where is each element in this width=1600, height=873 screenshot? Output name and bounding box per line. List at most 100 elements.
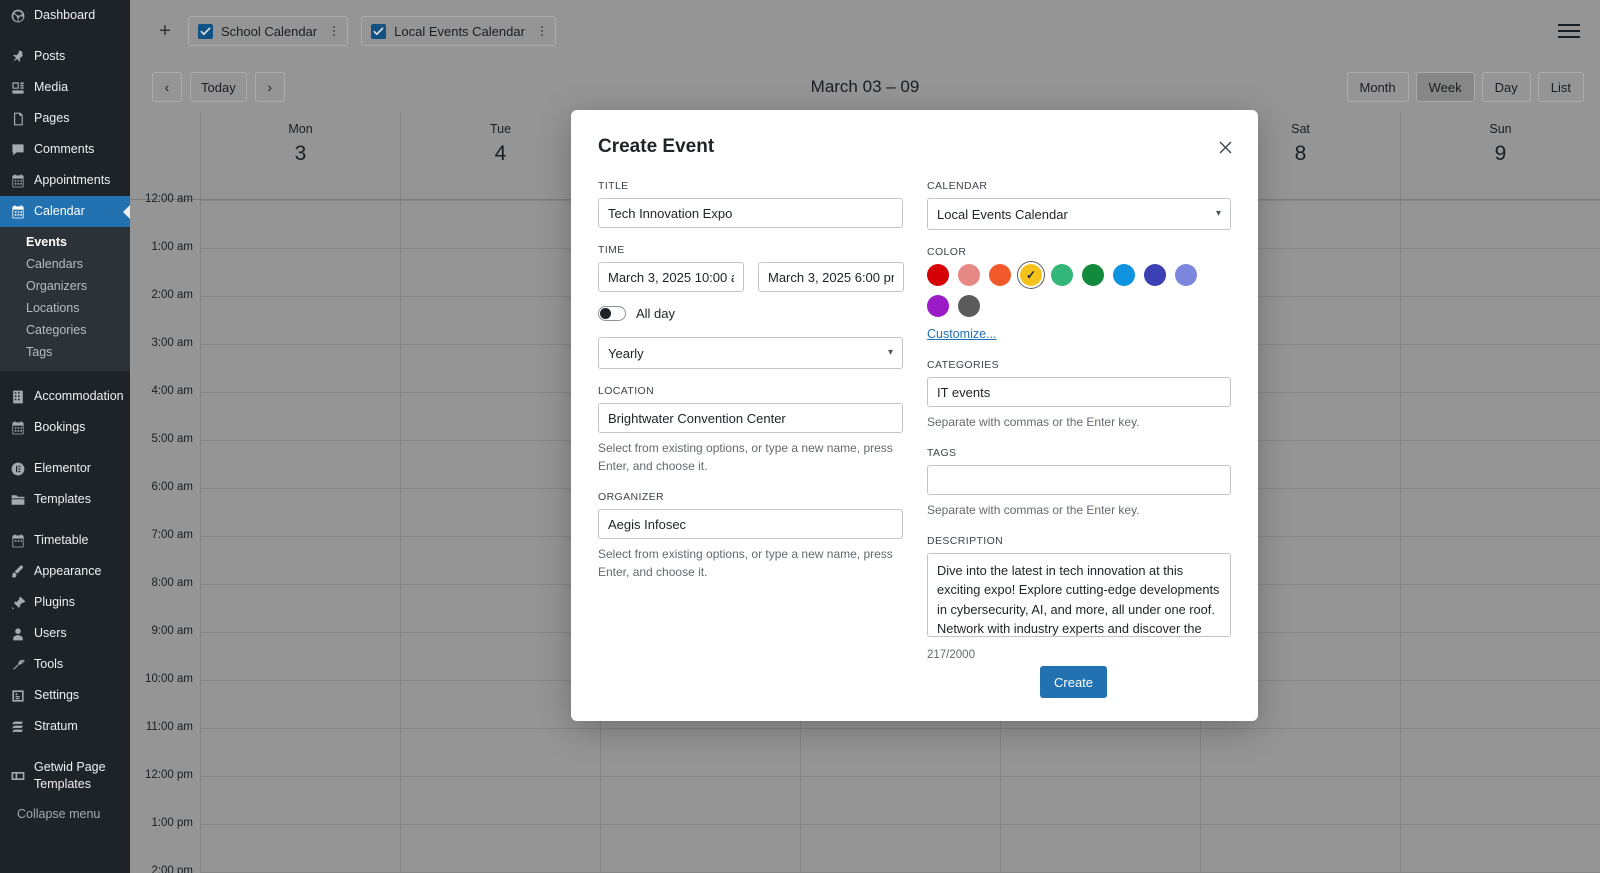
all-day-row: All day xyxy=(598,306,903,321)
sidebar-item-label: Plugins xyxy=(34,595,75,610)
organizer-input[interactable] xyxy=(598,509,903,539)
sidebar-item-settings[interactable]: Settings xyxy=(0,680,130,711)
sidebar-item-label: Bookings xyxy=(34,420,86,435)
stratum-icon xyxy=(9,718,26,735)
location-field-label: LOCATION xyxy=(598,385,655,397)
create-button[interactable]: Create xyxy=(1040,666,1108,698)
create-event-modal: Create Event TITLE TIME xyxy=(571,110,1258,721)
description-textarea[interactable]: Dive into the latest in tech innovation … xyxy=(927,553,1231,637)
sidebar-item-dashboard[interactable]: Dashboard xyxy=(0,0,130,31)
wrench-icon xyxy=(9,656,26,673)
sidebar-subitem-organizers[interactable]: Organizers xyxy=(0,275,130,297)
sidebar-item-label: Posts xyxy=(34,49,66,64)
sidebar-item-posts[interactable]: Posts xyxy=(0,41,130,72)
color-swatch-salmon[interactable] xyxy=(958,264,980,286)
calendar-submenu: Events Calendars Organizers Locations Ca… xyxy=(0,227,130,371)
sidebar-subitem-locations[interactable]: Locations xyxy=(0,297,130,319)
calendar-icon xyxy=(9,172,26,189)
sidebar-item-timetable[interactable]: Timetable xyxy=(0,525,130,556)
categories-field-label: CATEGORIES xyxy=(927,359,1000,371)
brush-icon xyxy=(9,563,26,580)
tags-helper-text: Separate with commas or the Enter key. xyxy=(927,503,1140,517)
sidebar-item-label: Dashboard xyxy=(34,8,96,23)
color-swatch-gray[interactable] xyxy=(958,295,980,317)
sidebar-item-label: Templates xyxy=(34,492,91,507)
sidebar-item-label: Pages xyxy=(34,111,70,126)
tags-input[interactable] xyxy=(927,465,1231,495)
start-time-input[interactable] xyxy=(598,262,744,292)
color-swatch-yellow[interactable]: ✓ xyxy=(1020,264,1042,286)
calendar-page: + School Calendar Local Events Calendar … xyxy=(130,0,1600,873)
color-swatch-light-blue[interactable] xyxy=(1113,264,1135,286)
sidebar-subitem-events[interactable]: Events xyxy=(0,231,130,253)
color-swatch-light-green[interactable] xyxy=(1051,264,1073,286)
folder-icon xyxy=(9,491,26,508)
description-field-label: DESCRIPTION xyxy=(927,535,1004,547)
sidebar-item-label: Elementor xyxy=(34,461,91,476)
sidebar-item-label: Calendar xyxy=(34,204,85,219)
categories-field-group: CATEGORIES Separate with commas or the E… xyxy=(927,359,1231,431)
color-field-group: COLOR ✓ Customize... xyxy=(927,246,1231,343)
categories-helper-text: Separate with commas or the Enter key. xyxy=(927,415,1140,429)
sidebar-item-templates[interactable]: Templates xyxy=(0,484,130,515)
sidebar-item-bookings[interactable]: Bookings xyxy=(0,412,130,443)
color-swatch-green[interactable] xyxy=(1082,264,1104,286)
sidebar-subitem-tags[interactable]: Tags xyxy=(0,341,130,363)
calendar-icon xyxy=(9,203,26,220)
sidebar-subitem-calendars[interactable]: Calendars xyxy=(0,253,130,275)
plug-icon xyxy=(9,594,26,611)
collapse-menu-button[interactable]: Collapse menu xyxy=(0,800,130,836)
sidebar-item-pages[interactable]: Pages xyxy=(0,103,130,134)
categories-input[interactable] xyxy=(927,377,1231,407)
toggle-knob xyxy=(600,308,611,319)
color-swatch-red[interactable] xyxy=(927,264,949,286)
sidebar-item-accommodation[interactable]: Accommodation xyxy=(0,381,130,412)
description-char-counter: 217/2000 xyxy=(927,649,975,661)
elementor-icon xyxy=(9,460,26,477)
sidebar-item-comments[interactable]: Comments xyxy=(0,134,130,165)
sidebar-item-calendar[interactable]: Calendar xyxy=(0,196,130,227)
color-swatch-periwinkle[interactable] xyxy=(1175,264,1197,286)
location-field-group: LOCATION Select from existing options, o… xyxy=(598,385,903,475)
color-swatch-indigo[interactable] xyxy=(1144,264,1166,286)
location-input[interactable] xyxy=(598,403,903,433)
sidebar-item-label: Accommodation xyxy=(34,389,124,404)
sidebar-item-plugins[interactable]: Plugins xyxy=(0,587,130,618)
modal-right-column: CALENDAR Local Events Calendar ▾ COLOR ✓… xyxy=(927,180,1231,677)
color-swatch-purple[interactable] xyxy=(927,295,949,317)
tags-field-label: TAGS xyxy=(927,447,957,459)
close-icon[interactable] xyxy=(1212,134,1238,160)
sidebar-divider xyxy=(0,515,130,525)
color-swatch-orange[interactable] xyxy=(989,264,1011,286)
calendar-select[interactable]: Local Events Calendar xyxy=(927,198,1231,230)
calendar-select-wrap: Local Events Calendar ▾ xyxy=(927,198,1231,230)
sidebar-item-users[interactable]: Users xyxy=(0,618,130,649)
organizer-field-label: ORGANIZER xyxy=(598,491,665,503)
admin-sidebar: Dashboard Posts Media Pages Comments App… xyxy=(0,0,130,873)
modal-title: Create Event xyxy=(598,136,715,157)
comments-icon xyxy=(9,141,26,158)
customize-color-link[interactable]: Customize... xyxy=(927,327,996,341)
title-input[interactable] xyxy=(598,198,903,228)
tags-field-group: TAGS Separate with commas or the Enter k… xyxy=(927,447,1231,519)
sidebar-item-elementor[interactable]: Elementor xyxy=(0,453,130,484)
time-inputs-row xyxy=(598,262,904,292)
location-helper-text: Select from existing options, or type a … xyxy=(598,441,893,473)
sidebar-item-label: Timetable xyxy=(34,533,89,548)
sidebar-item-stratum[interactable]: Stratum xyxy=(0,711,130,742)
sidebar-item-media[interactable]: Media xyxy=(0,72,130,103)
all-day-toggle[interactable] xyxy=(598,306,626,321)
sidebar-item-label: Users xyxy=(34,626,67,641)
sidebar-divider xyxy=(0,31,130,41)
sidebar-subitem-categories[interactable]: Categories xyxy=(0,319,130,341)
recurrence-select[interactable]: Yearly xyxy=(598,337,903,369)
sidebar-item-tools[interactable]: Tools xyxy=(0,649,130,680)
sidebar-item-getwid-page-templates[interactable]: Getwid Page Templates xyxy=(0,752,130,800)
organizer-helper-text: Select from existing options, or type a … xyxy=(598,547,893,579)
end-time-input[interactable] xyxy=(758,262,904,292)
modal-overlay[interactable]: Create Event TITLE TIME xyxy=(130,0,1600,873)
sidebar-item-appointments[interactable]: Appointments xyxy=(0,165,130,196)
all-day-label: All day xyxy=(636,306,676,321)
pages-icon xyxy=(9,110,26,127)
sidebar-item-appearance[interactable]: Appearance xyxy=(0,556,130,587)
